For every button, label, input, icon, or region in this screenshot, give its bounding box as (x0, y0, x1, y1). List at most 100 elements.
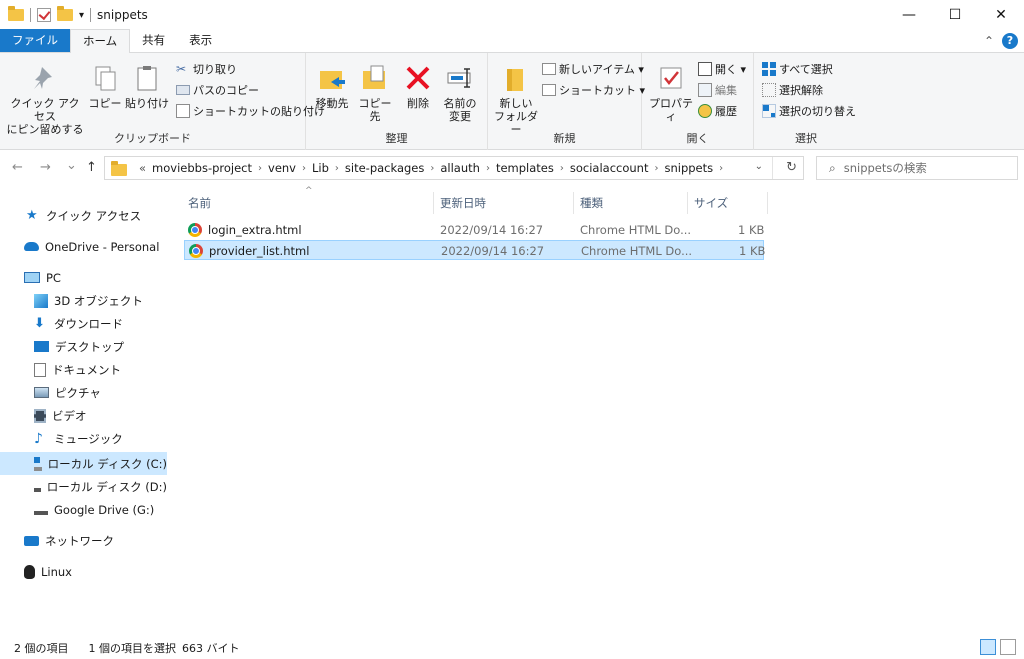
delete-x-icon (403, 63, 433, 93)
sidebar-item-local-disk-c[interactable]: ローカル ディスク (C:) (0, 452, 167, 475)
chevron-right-icon[interactable]: › (302, 163, 306, 174)
paste-shortcut-button[interactable]: ショートカットの貼り付け (176, 103, 325, 119)
sidebar-item-label: クイック アクセス (46, 208, 142, 223)
paste-shortcut-icon (176, 104, 190, 118)
tab-view[interactable]: 表示 (177, 29, 224, 52)
breadcrumb: « moviebbs-project › venv › Lib › site-pack… (127, 161, 729, 175)
chevron-right-icon[interactable]: › (258, 163, 262, 174)
search-input[interactable]: ⌕ snippetsの検索 (816, 156, 1018, 180)
edit-button[interactable]: 編集 (698, 82, 737, 98)
new-item-button[interactable]: 新しいアイテム ▾ (542, 61, 644, 77)
minimize-button[interactable]: — (886, 0, 932, 30)
column-header-size[interactable]: サイズ (688, 192, 768, 214)
address-bar[interactable]: « moviebbs-project › venv › Lib › site-pack… (104, 156, 804, 180)
cube-icon (34, 293, 48, 308)
search-icon: ⌕ (829, 160, 836, 175)
breadcrumb-item[interactable]: Lib (312, 161, 329, 175)
sidebar-item-local-disk-d[interactable]: ローカル ディスク (D:) (0, 475, 167, 498)
details-view-icon[interactable] (980, 639, 996, 655)
chevron-right-icon[interactable]: › (560, 163, 564, 174)
sidebar-item-quick-access[interactable]: ★ クイック アクセス (0, 204, 167, 227)
breadcrumb-item[interactable]: allauth (440, 161, 480, 175)
sidebar-item-network[interactable]: ネットワーク (0, 529, 167, 552)
file-size: 1 KB (739, 244, 766, 258)
column-header-type[interactable]: 種類 (574, 192, 688, 214)
new-folder-icon[interactable] (57, 6, 73, 21)
sidebar-item-pc[interactable]: PC (0, 266, 167, 289)
maximize-button[interactable]: ☐ (932, 0, 978, 30)
easy-access-button[interactable]: ショートカット ▾ (542, 82, 645, 98)
collapse-ribbon-icon[interactable]: ⌃ (984, 34, 994, 48)
sidebar-item-videos[interactable]: ビデオ (0, 404, 167, 427)
sidebar-item-desktop[interactable]: デスクトップ (0, 335, 167, 358)
select-none-button[interactable]: 選択解除 (762, 82, 823, 98)
chevron-right-icon[interactable]: › (486, 163, 490, 174)
folder-icon[interactable] (8, 6, 24, 21)
properties-label: プロパティ (649, 97, 693, 123)
invert-selection-button[interactable]: 選択の切り替え (762, 103, 856, 119)
sidebar-item-documents[interactable]: ドキュメント (0, 358, 167, 381)
new-folder-button[interactable]: 新しい フォルダー (492, 63, 540, 136)
chevron-right-icon[interactable]: › (719, 163, 723, 174)
cut-button[interactable]: ✂ 切り取り (176, 61, 237, 77)
copy-to-button[interactable]: コピー先 (354, 63, 396, 123)
breadcrumb-item[interactable]: site-packages (345, 161, 424, 175)
new-item-icon (542, 63, 556, 75)
breadcrumb-item[interactable]: socialaccount (570, 161, 649, 175)
status-bar: 2 個の項目 1 個の項目を選択 663 バイト (0, 636, 1024, 659)
close-button[interactable]: ✕ (978, 0, 1024, 30)
recent-locations-chevron-icon[interactable]: ⌄ (66, 158, 77, 173)
customize-toolbar-dropdown-icon[interactable]: ▾ (79, 10, 84, 21)
delete-button[interactable]: 削除 (400, 63, 436, 110)
sidebar-item-music[interactable]: ♪ ミュージック (0, 427, 167, 450)
sidebar-item-linux[interactable]: Linux (0, 560, 167, 583)
open-icon (698, 62, 712, 76)
large-icons-view-icon[interactable] (1000, 639, 1016, 655)
breadcrumb-item[interactable]: snippets (664, 161, 713, 175)
back-arrow-icon[interactable]: ← (12, 160, 23, 175)
properties-icon (656, 63, 686, 93)
paste-button[interactable]: 貼り付け (124, 63, 170, 110)
breadcrumb-item[interactable]: templates (496, 161, 554, 175)
chevron-right-icon[interactable]: › (335, 163, 339, 174)
chevron-right-icon[interactable]: › (430, 163, 434, 174)
address-history-dropdown-icon[interactable]: ⌄ (755, 161, 763, 172)
breadcrumb-item[interactable]: venv (268, 161, 296, 175)
pin-quick-access-button[interactable]: クイック アクセス にピン留めする (6, 63, 84, 136)
tab-share[interactable]: 共有 (130, 29, 177, 52)
move-to-icon (317, 63, 347, 93)
sidebar-item-pictures[interactable]: ピクチャ (0, 381, 167, 404)
open-button[interactable]: 開く ▾ (698, 61, 746, 77)
open-group: プロパティ 開く ▾ 編集 履歴 開く (642, 53, 754, 150)
file-row-login-extra[interactable]: login_extra.html 2022/09/14 16:27 Chrome… (184, 220, 764, 240)
chevron-right-icon[interactable]: › (654, 163, 658, 174)
properties-button[interactable]: プロパティ (646, 63, 696, 123)
copy-path-label: パスのコピー (193, 84, 259, 97)
tab-file[interactable]: ファイル (0, 29, 70, 52)
scissors-icon: ✂ (176, 62, 187, 76)
history-button[interactable]: 履歴 (698, 103, 737, 119)
select-all-button[interactable]: すべて選択 (762, 61, 833, 77)
copy-button[interactable]: コピー (88, 63, 122, 110)
sidebar-item-3d-objects[interactable]: 3D オブジェクト (0, 289, 167, 312)
rename-button[interactable]: 名前の 変更 (440, 63, 480, 123)
help-icon[interactable]: ? (1002, 33, 1018, 49)
column-header-date[interactable]: 更新日時 (434, 192, 574, 214)
properties-check-icon[interactable] (37, 8, 51, 22)
sidebar-item-google-drive[interactable]: Google Drive (G:) (0, 498, 167, 521)
tab-home[interactable]: ホーム (70, 29, 131, 53)
organize-group: 移動先 コピー先 削除 名前の 変更 整理 (306, 53, 488, 150)
column-header-name[interactable]: 名前 (182, 192, 434, 214)
sidebar-item-label: ドキュメント (52, 362, 121, 377)
breadcrumb-overflow-icon[interactable]: « (139, 161, 146, 175)
desktop-icon (34, 341, 49, 352)
up-arrow-icon[interactable]: ↑ (86, 160, 97, 175)
sidebar-item-onedrive[interactable]: OneDrive - Personal (0, 235, 167, 258)
refresh-icon[interactable]: ↻ (786, 160, 797, 175)
file-row-provider-list[interactable]: provider_list.html 2022/09/14 16:27 Chro… (184, 240, 766, 260)
sidebar-item-downloads[interactable]: ⬇ ダウンロード (0, 312, 167, 335)
breadcrumb-item[interactable]: moviebbs-project (152, 161, 252, 175)
copy-path-button[interactable]: パスのコピー (176, 82, 259, 98)
move-to-button[interactable]: 移動先 (312, 63, 352, 110)
forward-arrow-icon[interactable]: → (40, 160, 51, 175)
